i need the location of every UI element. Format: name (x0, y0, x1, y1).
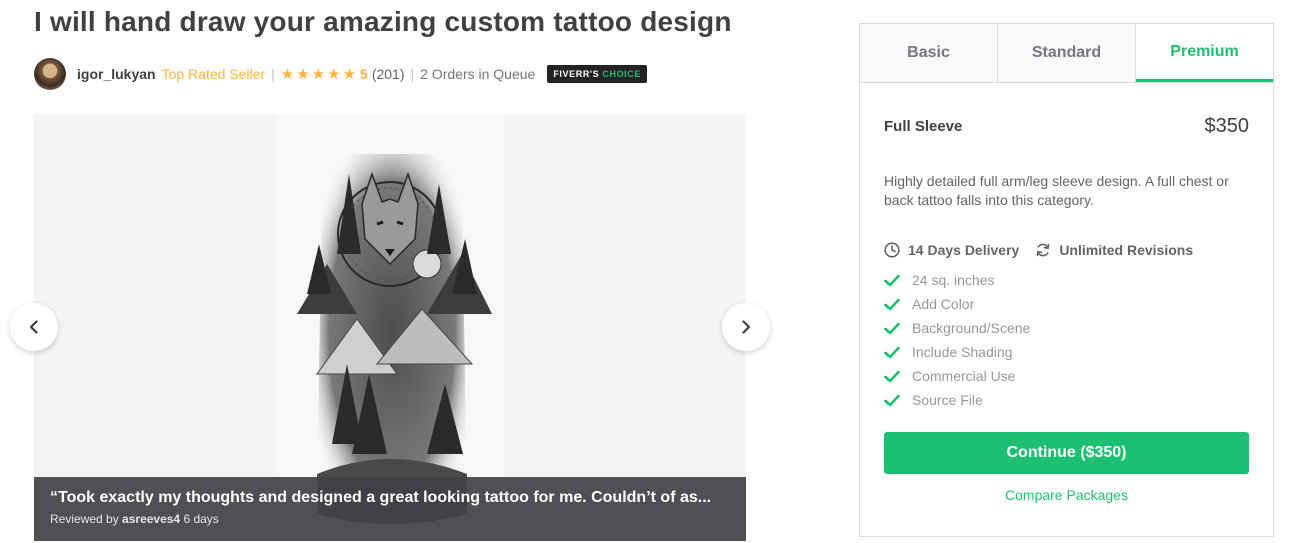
package-content: Full Sleeve $350 Highly detailed full ar… (860, 115, 1273, 503)
review-quote: “Took exactly my thoughts and designed a… (50, 489, 712, 506)
star-icon: ★ (327, 65, 341, 83)
revisions-text: Unlimited Revisions (1059, 242, 1194, 258)
reviewer-name: asreeves4 (122, 512, 181, 526)
star-icon: ★ (342, 65, 357, 83)
rating-count[interactable]: (201) (372, 66, 405, 82)
check-icon (884, 394, 902, 407)
package-name: Full Sleeve (884, 118, 963, 135)
delivery-info: 14 Days Delivery Unlimited Revisions (884, 242, 1249, 258)
feature-label: 24 sq. inches (912, 272, 995, 288)
delivery-time: 14 Days Delivery (884, 242, 1019, 258)
revisions-info: Unlimited Revisions (1035, 242, 1193, 258)
reviewed-by-label: Reviewed by (50, 512, 119, 526)
divider: | (271, 66, 275, 82)
feature-label: Background/Scene (912, 320, 1031, 336)
divider: | (410, 66, 415, 82)
star-icon: ★ (296, 65, 310, 83)
seller-avatar[interactable] (34, 58, 66, 90)
package-price: $350 (1204, 115, 1250, 137)
gallery-prev-button[interactable] (10, 303, 58, 351)
badge-accent-text: CHOICE (602, 69, 641, 79)
check-icon (884, 346, 902, 359)
seller-overview: igor_lukyan Top Rated Seller | ★ ★ ★ ★ ★… (34, 58, 647, 90)
badge-text: FIVERR'S (553, 69, 600, 79)
package-description: Highly detailed full arm/leg sleeve desi… (884, 173, 1229, 208)
gallery-next-button[interactable] (722, 303, 770, 351)
feature-item: Commercial Use (884, 364, 1249, 388)
feature-item: Add Color (884, 292, 1249, 316)
check-icon (884, 370, 902, 383)
check-icon (884, 322, 902, 335)
seller-level: Top Rated Seller (161, 66, 266, 82)
package-card: Basic Standard Premium Full Sleeve $350 … (859, 23, 1274, 537)
seller-name-link[interactable]: igor_lukyan (77, 66, 156, 82)
compare-packages-link[interactable]: Compare Packages (884, 487, 1249, 503)
star-rating[interactable]: ★ ★ ★ ★ ★ (281, 67, 356, 82)
feature-item: Include Shading (884, 340, 1249, 364)
feature-item: Background/Scene (884, 316, 1249, 340)
review-meta: Reviewed by asreeves4 6 days (50, 512, 730, 526)
gig-gallery[interactable]: “Took exactly my thoughts and designed a… (34, 114, 746, 541)
feature-label: Commercial Use (912, 368, 1016, 384)
rating-score: 5 (360, 66, 368, 82)
feature-label: Source File (912, 392, 983, 408)
tab-basic[interactable]: Basic (860, 24, 998, 82)
tab-standard[interactable]: Standard (998, 24, 1136, 82)
refresh-icon (1037, 243, 1050, 257)
delivery-time-text: 14 Days Delivery (908, 242, 1020, 258)
package-header: Full Sleeve $350 (884, 115, 1249, 138)
fiverrs-choice-badge: FIVERR'S CHOICE (547, 65, 647, 83)
feature-list: 24 sq. inches Add Color Background/Scene… (884, 268, 1249, 412)
review-snippet[interactable]: “Took exactly my thoughts and designed a… (34, 477, 746, 541)
review-age: 6 days (183, 512, 219, 526)
tab-premium[interactable]: Premium (1136, 24, 1273, 82)
check-icon (884, 298, 902, 311)
gig-title: I will hand draw your amazing custom tat… (34, 6, 732, 37)
chevron-right-icon (742, 320, 751, 334)
star-icon: ★ (311, 65, 326, 83)
check-icon (884, 274, 902, 287)
continue-button[interactable]: Continue ($350) (884, 432, 1249, 474)
feature-item: 24 sq. inches (884, 268, 1249, 292)
package-tabs: Basic Standard Premium (860, 24, 1273, 83)
chevron-left-icon (29, 320, 38, 334)
feature-item: Source File (884, 388, 1249, 412)
clock-icon (884, 242, 900, 258)
feature-label: Include Shading (912, 344, 1013, 360)
feature-label: Add Color (912, 296, 975, 312)
star-icon: ★ (280, 65, 295, 83)
orders-in-queue: 2 Orders in Queue (420, 66, 536, 82)
